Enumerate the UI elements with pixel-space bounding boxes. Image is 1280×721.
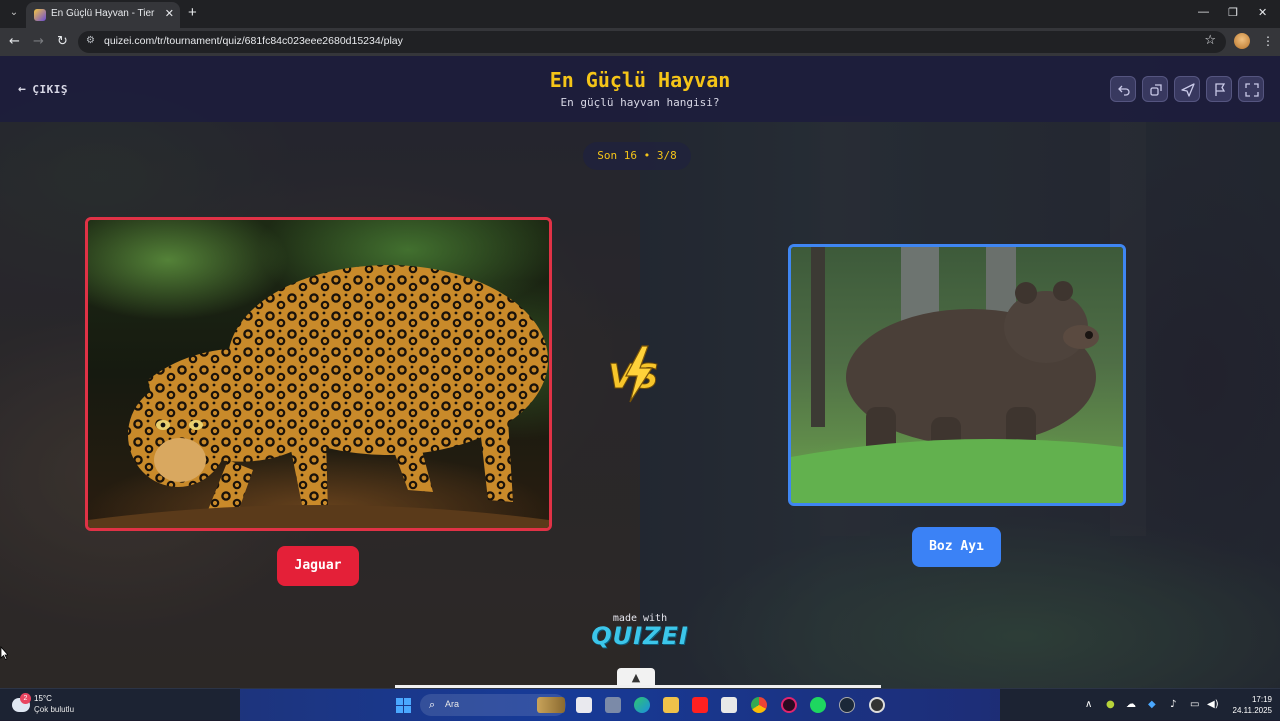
youtube-icon[interactable]	[692, 697, 708, 713]
undo-icon	[1118, 85, 1130, 96]
flag-icon	[1215, 83, 1226, 96]
search-placeholder: Ara	[445, 699, 460, 709]
steam-icon[interactable]	[839, 697, 855, 713]
report-button[interactable]	[1206, 76, 1232, 102]
microphone-icon[interactable]: ♪	[1170, 699, 1176, 710]
address-url[interactable]: quizei.com/tr/tournament/quiz/681fc84c02…	[104, 35, 403, 47]
spotify-icon[interactable]	[810, 697, 826, 713]
site-info-icon[interactable]: ⚙	[86, 35, 95, 46]
search-highlight-icon[interactable]	[537, 697, 565, 713]
edge-browser-icon[interactable]	[634, 697, 650, 713]
forward-arrow-icon[interactable]: →	[33, 34, 44, 50]
volume-icon[interactable]: ◀)	[1207, 699, 1219, 710]
browser-toolbar: ← → ↻ ⚙ quizei.com/tr/tournament/quiz/68…	[0, 28, 1280, 56]
task-view-icon[interactable]	[576, 697, 592, 713]
minimize-button[interactable]: —	[1198, 6, 1209, 18]
close-window-button[interactable]: ✕	[1258, 6, 1267, 19]
new-tab-button[interactable]: +	[188, 4, 197, 21]
profile-avatar[interactable]	[1234, 33, 1250, 49]
tray-app-icon[interactable]: ●	[1106, 699, 1115, 710]
weather-temperature[interactable]: 15°C	[34, 694, 52, 703]
app-circle-icon[interactable]	[781, 697, 797, 713]
choose-jaguar-button[interactable]: Jaguar	[277, 546, 359, 586]
share-icon	[1150, 84, 1162, 96]
store-icon[interactable]	[721, 697, 737, 713]
file-explorer-icon[interactable]	[663, 697, 679, 713]
fullscreen-icon	[1245, 83, 1259, 97]
tray-security-icon[interactable]: ◆	[1148, 699, 1156, 710]
quiz-subtitle: En güçlü hayvan hangisi?	[560, 96, 720, 109]
browser-tab-active[interactable]: En Güçlü Hayvan - Tier List, Kör Tur ✕	[26, 2, 180, 28]
clock-date: 24.11.2025	[1232, 706, 1272, 715]
weather-condition[interactable]: Çok bulutlu	[34, 705, 74, 714]
bookmark-star-icon[interactable]: ☆	[1204, 33, 1216, 48]
browser-menu-icon[interactable]: ⋮	[1262, 34, 1274, 48]
share-button[interactable]	[1142, 76, 1168, 102]
quiz-header: ← ÇIKIŞ En Güçlü Hayvan En güçlü hayvan h…	[0, 56, 1280, 122]
taskbar-clock[interactable]: 17:19 24.11.2025	[1226, 694, 1272, 716]
vs-lightning-icon: VS	[608, 345, 659, 403]
mouse-cursor-icon	[0, 646, 8, 660]
search-icon: ⌕	[429, 698, 436, 711]
weather-notification-badge: 2	[20, 693, 31, 704]
choose-brown-bear-button[interactable]: Boz Ayı	[912, 527, 1001, 567]
browser-tab-bar: ⌄ En Güçlü Hayvan - Tier List, Kör Tur ✕…	[0, 0, 1280, 28]
bear-illustration	[791, 247, 1123, 503]
round-indicator: Son 16 • 3/8	[583, 142, 691, 170]
network-icon[interactable]: ▭	[1190, 699, 1199, 710]
reload-icon[interactable]: ↻	[57, 34, 68, 50]
brown-bear-photo	[791, 247, 1123, 503]
send-icon	[1181, 83, 1195, 97]
back-arrow-icon[interactable]: ←	[9, 34, 20, 50]
quiz-page: ← ÇIKIŞ En Güçlü Hayvan En güçlü hayvan h…	[0, 56, 1280, 688]
undo-button[interactable]	[1110, 76, 1136, 102]
jaguar-illustration	[88, 265, 549, 528]
fullscreen-button[interactable]	[1238, 76, 1264, 102]
windows-start-icon[interactable]	[396, 698, 411, 713]
address-bar[interactable]: ⚙ quizei.com/tr/tournament/quiz/681fc84c…	[78, 31, 1226, 53]
chrome-browser-icon[interactable]	[751, 697, 767, 713]
quiz-title: En Güçlü Hayvan	[549, 68, 731, 92]
onedrive-cloud-icon[interactable]: ☁	[1126, 699, 1136, 710]
quizei-favicon-icon	[34, 9, 46, 21]
tray-chevron-up-icon[interactable]: ∧	[1085, 699, 1092, 710]
restore-button[interactable]: ❐	[1228, 6, 1238, 19]
tab-close-icon[interactable]: ✕	[165, 7, 174, 20]
tab-title: En Güçlü Hayvan - Tier List, Kör Tur	[51, 8, 157, 19]
quizei-logo[interactable]: QUIZEI	[0, 622, 1280, 650]
tab-search-icon[interactable]: ⌄	[6, 5, 22, 21]
widget-app-icon[interactable]	[605, 697, 621, 713]
jaguar-photo	[88, 220, 549, 528]
windows-taskbar: 2 15°C Çok bulutlu ⌕ Ara ∧ ● ☁ ◆ ♪ ▭ ◀) …	[0, 688, 1280, 721]
send-button[interactable]	[1174, 76, 1200, 102]
jaguar-image-card[interactable]	[85, 217, 552, 531]
clock-time: 17:19	[1251, 695, 1272, 704]
brown-bear-image-card[interactable]	[788, 244, 1126, 506]
settings-gear-icon[interactable]	[869, 697, 885, 713]
